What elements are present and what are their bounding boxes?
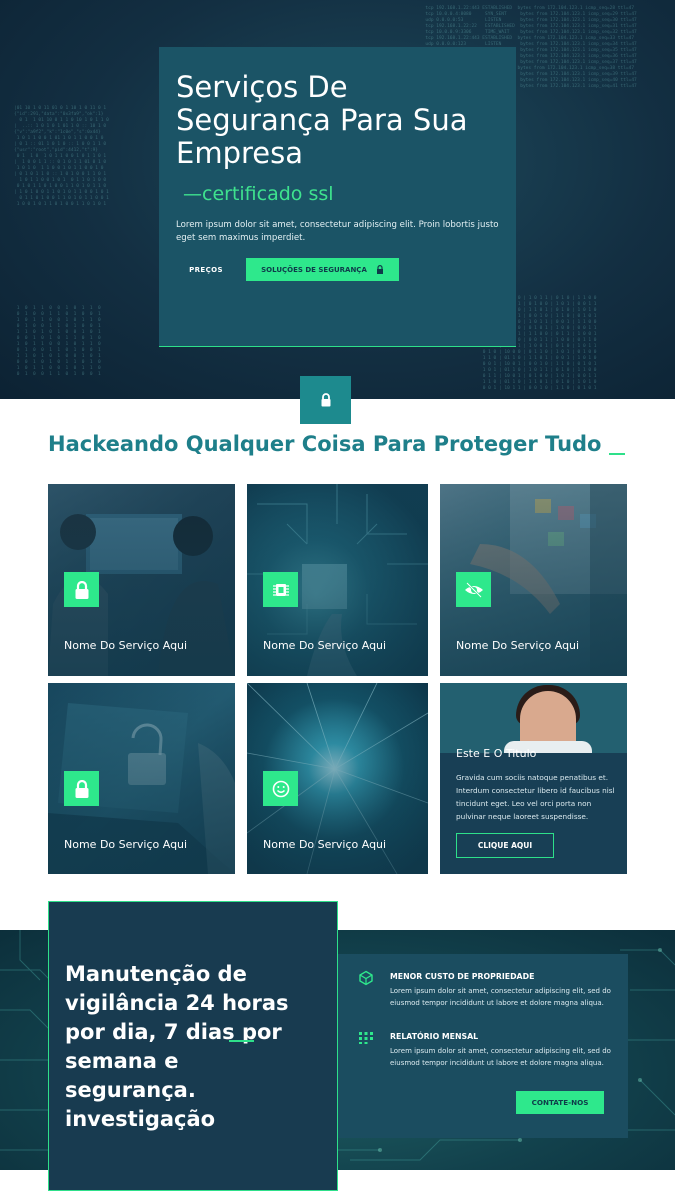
service-tile-3[interactable]: Nome Do Serviço Aqui [440, 484, 627, 676]
service-name: Nome Do Serviço Aqui [64, 639, 188, 652]
service-name: Nome Do Serviço Aqui [456, 639, 580, 652]
hero-title: Serviços De Segurança Para Sua Empresa [176, 70, 468, 170]
security-solutions-button[interactable]: SOLUÇÕES DE SEGURANÇA [246, 258, 399, 281]
feature-text: Lorem ipsum dolor sit amet, consectetur … [390, 1047, 611, 1067]
hero-description: Lorem ipsum dolor sit amet, consectetur … [176, 220, 499, 243]
security-solutions-label: SOLUÇÕES DE SEGURANÇA [261, 265, 367, 274]
hero-tagline: —certificado ssl [183, 183, 334, 205]
lock-icon [321, 393, 330, 407]
monitoring-card: Manutenção de vigilância 24 horas por di… [48, 901, 338, 1191]
click-here-label: CLIQUE AQUI [477, 841, 533, 850]
featured-title: Este E O Titulo [456, 747, 537, 760]
service-tile-4[interactable]: Nome Do Serviço Aqui [48, 683, 235, 874]
cube-icon [359, 970, 373, 986]
click-here-button[interactable]: CLIQUE AQUI [456, 833, 554, 858]
service-icon-box [64, 771, 99, 806]
featured-text: Gravida cum sociis natoque penatibus et.… [456, 773, 615, 821]
monitoring-title: Manutenção de vigilância 24 horas por di… [65, 962, 289, 1131]
chip-icon [272, 583, 289, 596]
eye-off-icon [464, 581, 483, 598]
featured-tile: Este E O Titulo Gravida cum sociis natoq… [440, 683, 627, 874]
service-icon-box [263, 771, 298, 806]
feature-text: Lorem ipsum dolor sit amet, consectetur … [390, 987, 611, 1007]
features-card: MENOR CUSTO DE PROPRIEDADE Lorem ipsum d… [338, 954, 628, 1138]
service-tile-5[interactable]: Nome Do Serviço Aqui [247, 683, 428, 874]
feature-heading: MENOR CUSTO DE PROPRIEDADE [390, 972, 535, 981]
service-tile-1[interactable]: Nome Do Serviço Aqui [48, 484, 235, 676]
feature-heading: RELATÓRIO MENSAL [390, 1032, 479, 1041]
dots-grid-icon [359, 1032, 373, 1044]
lock-icon [75, 779, 88, 798]
contact-button[interactable]: CONTATE-NOS [516, 1091, 604, 1114]
service-tile-2[interactable]: Nome Do Serviço Aqui [247, 484, 428, 676]
service-icon-box [456, 572, 491, 607]
woman-photo-image [440, 683, 627, 753]
prices-button-label: PREÇOS [189, 265, 223, 274]
service-name: Nome Do Serviço Aqui [263, 838, 387, 851]
smiley-icon [272, 780, 289, 797]
service-name: Nome Do Serviço Aqui [263, 639, 387, 652]
hero-card: Serviços De Segurança Para Sua Empresa —… [159, 47, 516, 347]
lock-icon [75, 580, 88, 599]
service-icon-box [64, 572, 99, 607]
prices-button[interactable]: PREÇOS [176, 258, 236, 281]
lock-icon [376, 265, 383, 274]
services-heading: Hackeando Qualquer Coisa Para Proteger T… [48, 432, 626, 456]
code-matrix-bottom-left: 1 0 1 1 0 0 1 0 1 1 0 0 1 0 0 1 1 0 1 0 … [16, 306, 101, 377]
service-icon-box [263, 572, 298, 607]
heading-cursor [609, 453, 626, 455]
contact-button-label: CONTATE-NOS [531, 1098, 589, 1107]
services-heading-text: Hackeando Qualquer Coisa Para Proteger T… [48, 432, 602, 456]
hero-section: |01 10 1 0 11 01 0 1 10 1 0 11 0 1 {"id"… [0, 0, 675, 399]
title-cursor [229, 1040, 254, 1042]
service-name: Nome Do Serviço Aqui [64, 838, 188, 851]
lock-badge [300, 376, 351, 424]
code-matrix-left: |01 10 1 0 11 01 0 1 10 1 0 11 0 1 {"id"… [14, 106, 109, 207]
